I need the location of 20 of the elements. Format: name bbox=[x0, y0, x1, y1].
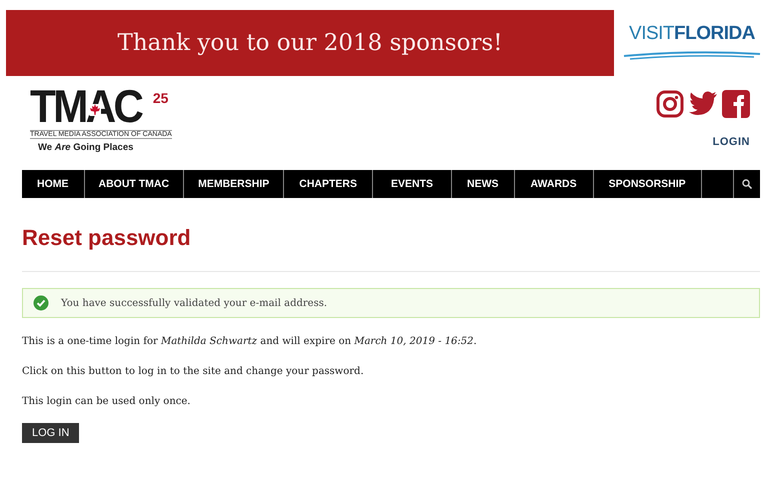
anniversary-label: 25 bbox=[152, 90, 168, 106]
nav-item[interactable]: SPONSORSHIP bbox=[594, 170, 702, 198]
nav-item[interactable]: AWARDS bbox=[514, 170, 594, 198]
banner-text: Thank you to our 2018 sponsors! bbox=[118, 30, 502, 56]
info-text: This login can be used only once. bbox=[22, 395, 192, 408]
nav-item[interactable]: NEWS bbox=[452, 170, 515, 198]
nav-item[interactable]: ABOUT TMAC bbox=[84, 170, 184, 198]
sponsor-logo[interactable]: VISITFLORIDA bbox=[622, 22, 762, 64]
nav-item[interactable]: HOME bbox=[22, 170, 84, 198]
login-link[interactable]: LOGIN bbox=[712, 136, 750, 148]
nav-item[interactable]: MEMBERSHIP bbox=[184, 170, 284, 198]
page-title: Reset password bbox=[22, 225, 191, 251]
nav-item[interactable]: EVENTS bbox=[373, 170, 452, 198]
tagline: We Are Going Places bbox=[38, 142, 134, 153]
nav-item[interactable]: CHAPTERS bbox=[284, 170, 374, 198]
sponsor-banner[interactable]: Thank you to our 2018 sponsors! bbox=[6, 10, 614, 76]
login-button[interactable]: LOG IN bbox=[22, 423, 80, 443]
info-text: Click on this button to log in to the site and change your password. bbox=[22, 365, 365, 378]
info-text: This is a one-time login for Mathilda Schwartz and will expire on March 10, 2019 - 16:52. bbox=[22, 335, 478, 348]
message-text: You have successfully validated your e-mail address. bbox=[61, 298, 328, 308]
